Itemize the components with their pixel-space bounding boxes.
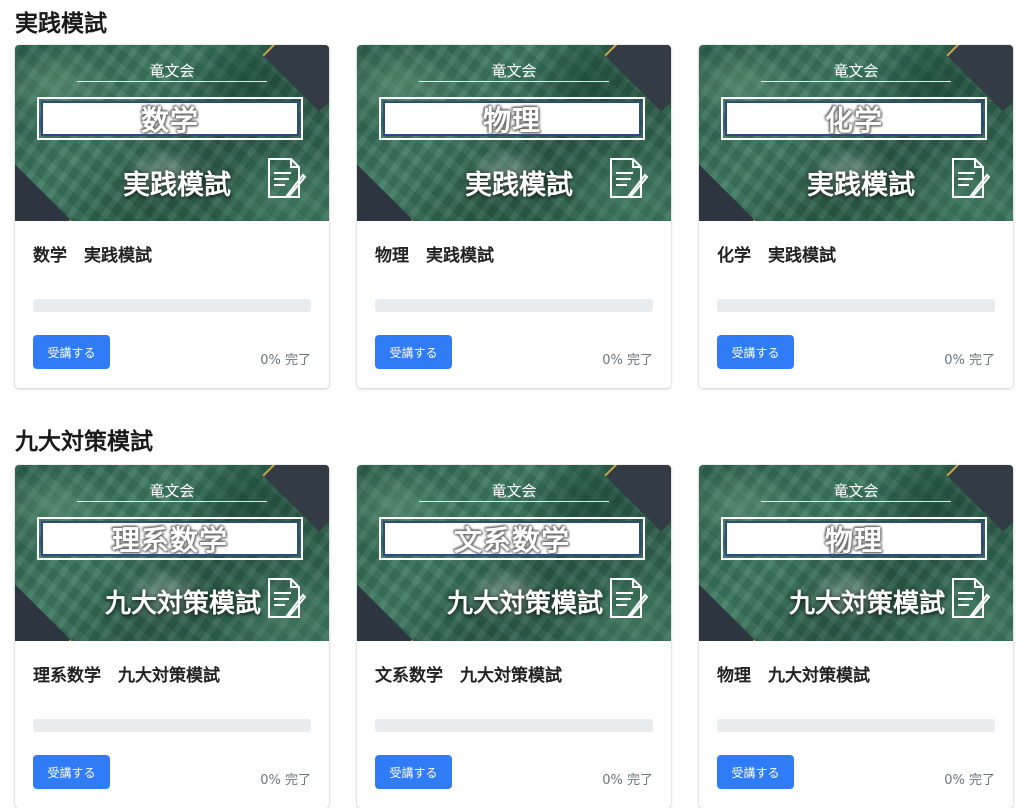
progress-bar [375,719,653,732]
progress-percent: 0% 完了 [260,353,311,368]
thumbnail-subject: 物理 [824,523,883,557]
progress-percent: 0% 完了 [602,353,653,368]
progress-bar [375,299,653,312]
enroll-button[interactable]: 受講する [33,755,110,789]
brand-label: 竜文会 [833,482,879,500]
course-thumbnail[interactable]: 竜文会 理系数学 九大対策模試 [15,465,329,641]
thumbnail-subject: 化学 [824,103,883,137]
document-pen-icon [268,158,307,198]
document-pen-icon [610,158,649,198]
course-card[interactable]: 竜文会 数学 実践模試 数学 実践模試 受講する 0% 完了 [15,45,329,388]
thumbnail-subject: 文系数学 [453,523,570,557]
brand-label: 竜文会 [149,482,195,500]
course-card[interactable]: 竜文会 物理 実践模試 物理 実践模試 受講する 0% 完了 [357,45,671,388]
thumbnail-subject: 理系数学 [111,523,228,557]
course-title[interactable]: 化学 実践模試 [717,241,836,266]
course-title[interactable]: 物理 実践模試 [375,241,494,266]
course-title[interactable]: 数学 実践模試 [33,241,152,266]
course-thumbnail[interactable]: 竜文会 化学 実践模試 [699,45,1013,221]
progress-bar [33,299,311,312]
progress-percent: 0% 完了 [944,773,995,788]
course-title[interactable]: 理系数学 九大対策模試 [33,661,220,686]
course-thumbnail[interactable]: 竜文会 文系数学 九大対策模試 [357,465,671,641]
thumbnail-exam: 九大対策模試 [446,589,603,619]
progress-bar [717,299,995,312]
enroll-button[interactable]: 受講する [375,335,452,369]
progress-percent: 0% 完了 [944,353,995,368]
course-card[interactable]: 竜文会 文系数学 九大対策模試 文系数学 九大対策模試 受講する 0% 完了 [357,465,671,808]
course-card[interactable]: 竜文会 理系数学 九大対策模試 理系数学 九大対策模試 受講する 0% 完了 [15,465,329,808]
thumbnail-exam: 九大対策模試 [788,589,945,619]
document-pen-icon [952,578,991,618]
progress-bar [33,719,311,732]
brand-label: 竜文会 [833,62,879,80]
thumbnail-exam: 実践模試 [465,170,573,201]
brand-label: 竜文会 [149,62,195,80]
thumbnail-exam: 九大対策模試 [104,589,261,619]
thumbnail-subject: 物理 [482,103,541,137]
course-title[interactable]: 文系数学 九大対策模試 [375,661,562,686]
progress-bar [717,719,995,732]
course-thumbnail[interactable]: 竜文会 数学 実践模試 [15,45,329,221]
course-card[interactable]: 竜文会 化学 実践模試 化学 実践模試 受講する 0% 完了 [699,45,1013,388]
enroll-button[interactable]: 受講する [375,755,452,789]
brand-label: 竜文会 [491,482,537,500]
course-thumbnail[interactable]: 竜文会 物理 九大対策模試 [699,465,1013,641]
course-thumbnail[interactable]: 竜文会 物理 実践模試 [357,45,671,221]
document-pen-icon [610,578,649,618]
section-title: 実践模試 [15,11,107,37]
progress-percent: 0% 完了 [260,773,311,788]
enroll-button[interactable]: 受講する [717,335,794,369]
course-card[interactable]: 竜文会 物理 九大対策模試 物理 九大対策模試 受講する 0% 完了 [699,465,1013,808]
document-pen-icon [952,158,991,198]
course-title[interactable]: 物理 九大対策模試 [717,661,870,686]
brand-label: 竜文会 [491,62,537,80]
thumbnail-exam: 実践模試 [807,170,915,201]
thumbnail-subject: 数学 [140,103,199,137]
document-pen-icon [268,578,307,618]
enroll-button[interactable]: 受講する [33,335,110,369]
progress-percent: 0% 完了 [602,773,653,788]
enroll-button[interactable]: 受講する [717,755,794,789]
section-title: 九大対策模試 [15,429,153,455]
thumbnail-exam: 実践模試 [123,170,231,201]
